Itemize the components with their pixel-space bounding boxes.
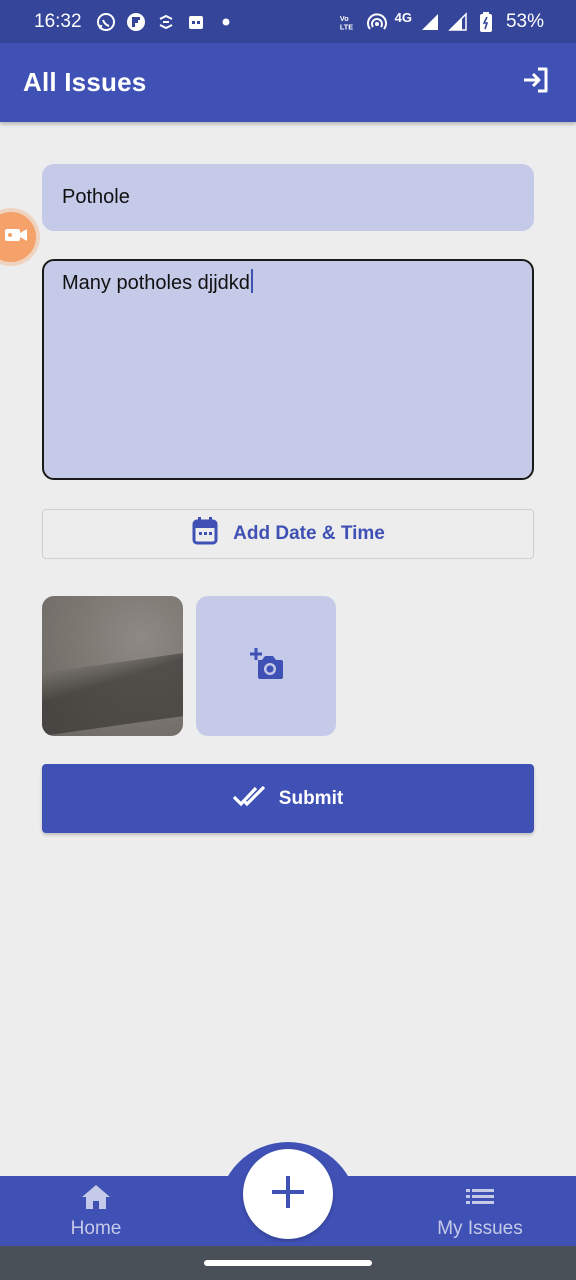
battery-icon [476, 11, 496, 32]
status-bar: 16:32 Vo LTE 4G 53% [0, 0, 576, 43]
home-indicator[interactable] [204, 1260, 372, 1266]
list-icon [465, 1184, 495, 1216]
hotspot-icon [366, 12, 387, 32]
whatsapp-icon [96, 12, 116, 32]
submit-label: Submit [278, 787, 344, 809]
flipboard-icon [126, 12, 146, 32]
nav-home-label: Home [70, 1218, 122, 1239]
add-photo-button[interactable] [196, 596, 336, 736]
add-date-time-button[interactable]: Add Date & Time [42, 509, 534, 559]
submit-button[interactable]: Submit [42, 764, 534, 833]
nav-item-home[interactable]: Home [16, 1182, 176, 1242]
add-issue-fab[interactable] [243, 1149, 333, 1239]
status-right-icons: Vo LTE 4G 53% [339, 10, 544, 33]
add-date-time-label: Add Date & Time [233, 523, 385, 544]
app-bar: All Issues [0, 43, 576, 122]
nav-my-issues-label: My Issues [437, 1218, 523, 1239]
status-left-icons [96, 12, 236, 32]
screen-record-bubble[interactable] [0, 212, 36, 262]
attached-photo[interactable] [42, 596, 183, 736]
network-type: 4G [394, 10, 412, 25]
issue-title-input[interactable] [42, 164, 534, 231]
signal-icon [420, 12, 440, 32]
issue-description-input[interactable]: Many potholes djjdkd [42, 259, 534, 480]
plus-icon [269, 1173, 307, 1216]
description-text: Many potholes djjdkd [62, 272, 250, 294]
logout-icon [520, 64, 552, 101]
nav-item-my-issues[interactable]: My Issues [400, 1182, 560, 1242]
video-camera-icon [4, 226, 28, 249]
status-time: 16:32 [34, 10, 82, 32]
volte-icon: Vo LTE [339, 12, 359, 32]
notification-dot-icon [216, 12, 236, 32]
signal-icon-2 [448, 11, 468, 32]
calendar-app-icon [186, 12, 206, 32]
sync-icon [156, 12, 176, 32]
logout-button[interactable] [518, 65, 554, 101]
photo-shadow [42, 653, 183, 736]
add-camera-icon [248, 647, 284, 685]
battery-percent: 53% [505, 10, 544, 32]
svg-text:LTE: LTE [340, 22, 353, 31]
home-icon [81, 1184, 111, 1216]
page-title: All Issues [23, 67, 147, 97]
text-caret [250, 269, 253, 293]
double-check-icon [232, 785, 267, 813]
calendar-icon [191, 516, 219, 552]
